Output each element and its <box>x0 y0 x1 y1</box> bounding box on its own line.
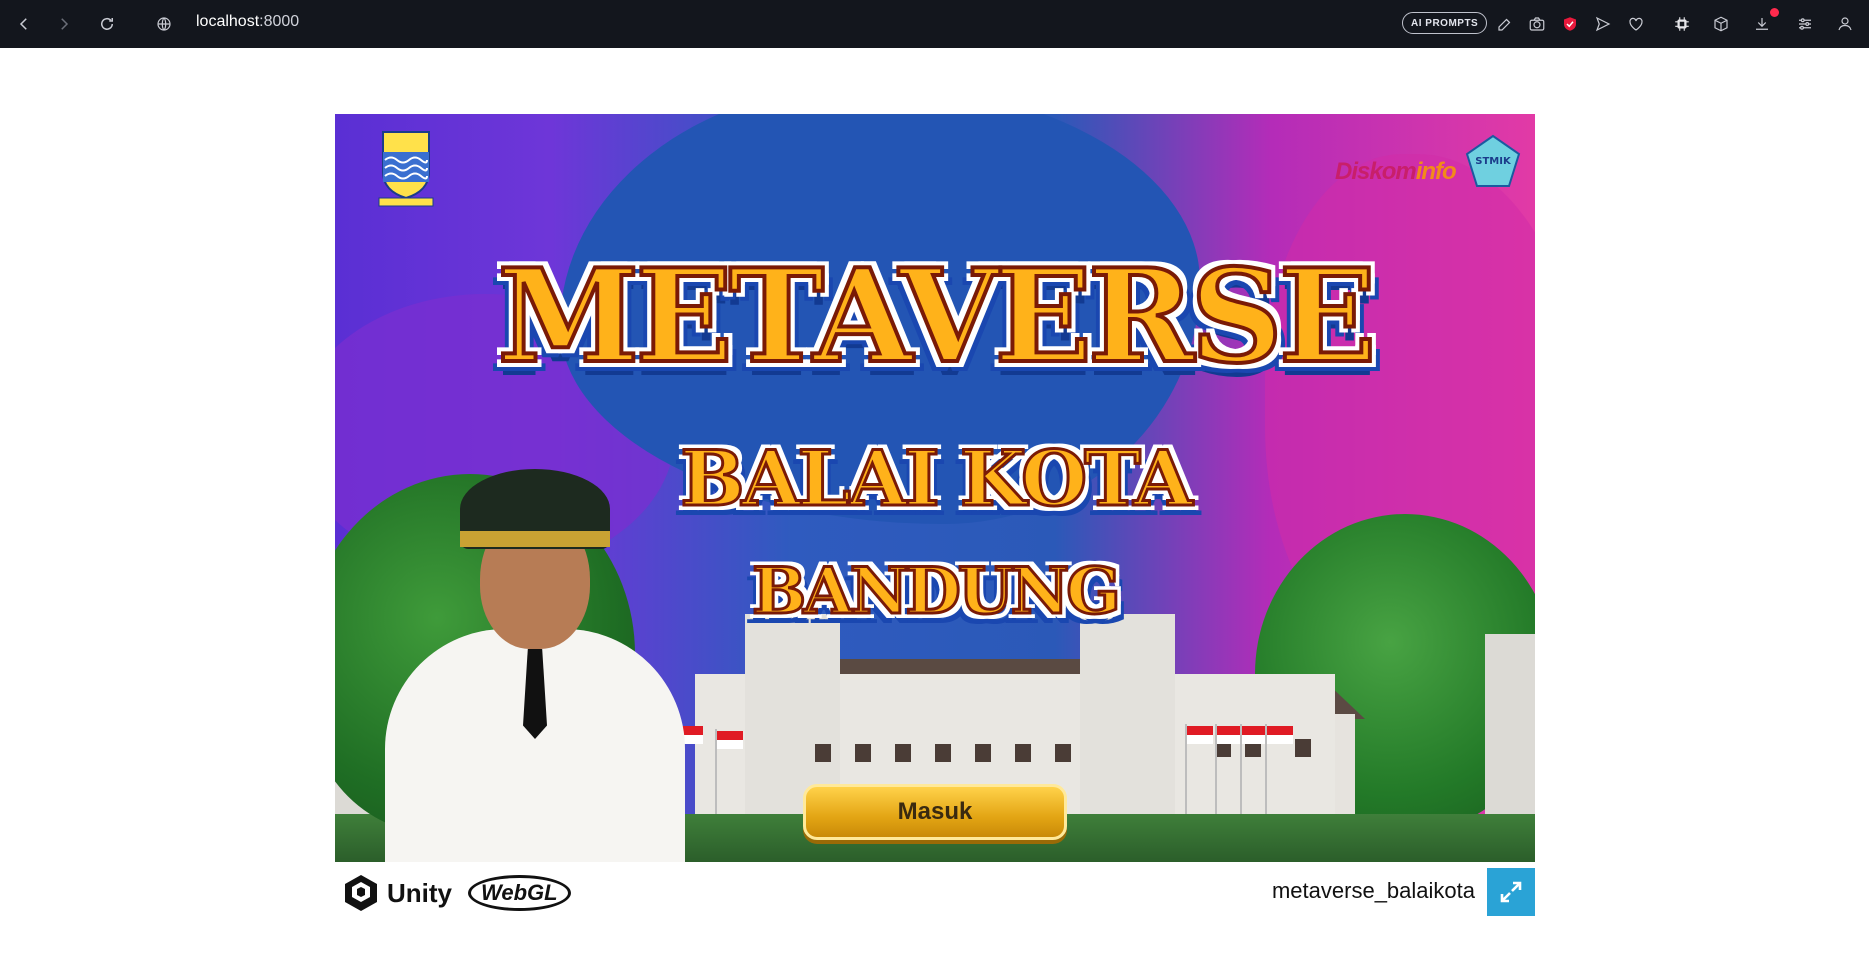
back-arrow-icon[interactable] <box>10 10 38 38</box>
city-hall-tower <box>1080 614 1175 819</box>
window <box>1015 744 1031 762</box>
diskom-text: Diskom <box>1335 158 1417 185</box>
building-right <box>1485 634 1535 824</box>
unity-canvas[interactable]: Diskominfo STMIK METAVERSE BALAI KOTA BA… <box>335 114 1535 862</box>
webgl-label: WebGL <box>468 875 571 911</box>
flag <box>717 731 743 749</box>
game-title: METAVERSE <box>496 240 1379 394</box>
stmik-text: STMIK <box>1475 156 1512 167</box>
game-subtitle-2: BANDUNG <box>751 553 1123 631</box>
masuk-button[interactable]: Masuk <box>803 784 1067 840</box>
diskominfo-logo: Diskominfo <box>1335 158 1457 186</box>
window <box>975 744 991 762</box>
cube-icon[interactable] <box>1707 10 1735 38</box>
window <box>855 744 871 762</box>
url-port: :8000 <box>259 13 300 30</box>
user-icon[interactable] <box>1831 10 1859 38</box>
edit-icon[interactable] <box>1491 10 1519 38</box>
download-notification-dot <box>1770 8 1779 17</box>
fullscreen-icon <box>1500 881 1522 903</box>
unity-webgl-logo: Unity WebGL <box>341 872 571 914</box>
sliders-icon[interactable] <box>1791 10 1819 38</box>
reload-icon[interactable] <box>93 10 121 38</box>
flag <box>1267 726 1293 744</box>
url-host: localhost <box>196 13 260 30</box>
build-title: metaverse_balaikota <box>1271 878 1475 903</box>
window <box>1295 739 1311 757</box>
shield-icon[interactable] <box>1556 10 1584 38</box>
cap-band <box>460 531 610 547</box>
window <box>815 744 831 762</box>
stmik-logo: STMIK <box>1465 134 1521 190</box>
send-icon[interactable] <box>1589 10 1617 38</box>
unity-label: Unity <box>387 877 452 908</box>
camera-icon[interactable] <box>1523 10 1551 38</box>
unity-cube-icon <box>345 875 377 911</box>
chip-icon[interactable] <box>1668 10 1696 38</box>
forward-arrow-icon[interactable] <box>50 10 78 38</box>
ai-prompts-button[interactable]: AI PROMPTS <box>1402 12 1488 34</box>
info-text: info <box>1415 158 1457 185</box>
window <box>1055 744 1071 762</box>
browser-toolbar: localhost:8000 AI PROMPTS <box>0 0 1869 48</box>
heart-icon[interactable] <box>1622 10 1650 38</box>
window <box>895 744 911 762</box>
fullscreen-button[interactable] <box>1487 868 1535 916</box>
flag <box>1187 726 1213 744</box>
address-bar[interactable]: localhost:8000 <box>196 13 299 31</box>
unity-footer: Unity WebGL metaverse_balaikota <box>335 868 1535 916</box>
globe-icon[interactable] <box>150 10 178 38</box>
bandung-emblem-icon <box>377 128 435 208</box>
game-subtitle-1: BALAI KOTA <box>679 433 1194 525</box>
window <box>935 744 951 762</box>
